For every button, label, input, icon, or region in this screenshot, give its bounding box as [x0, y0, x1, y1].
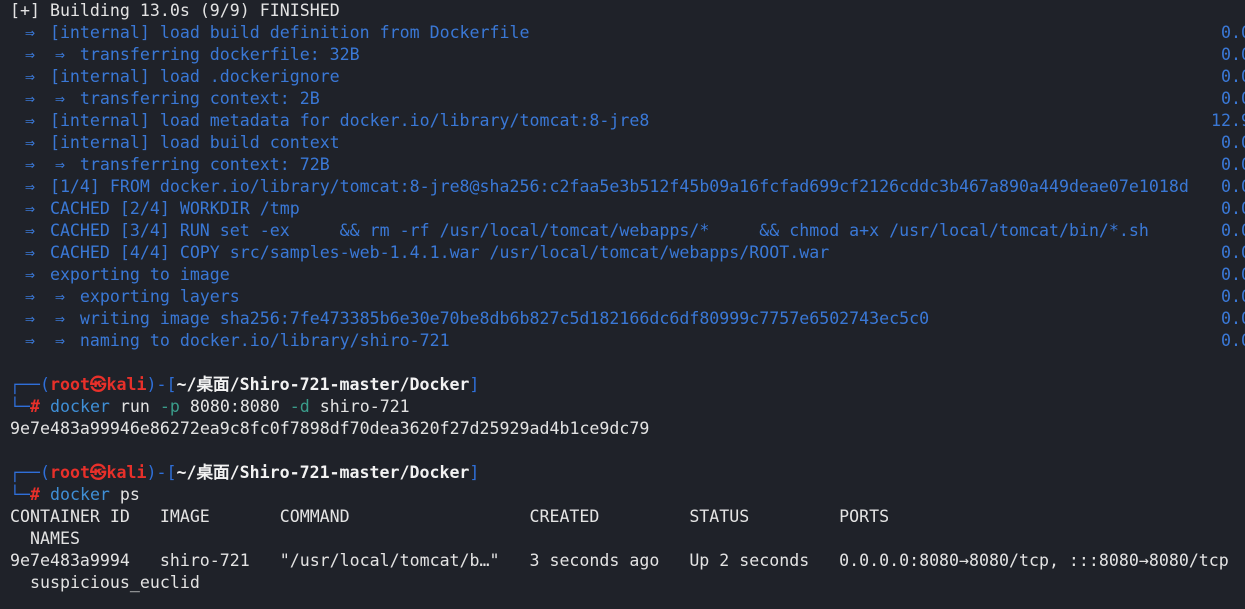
build-step: ⇒ [internal] load build context 0.0s	[10, 132, 1245, 154]
arrow-icon: ⇒	[54, 45, 65, 64]
arrow-icon: ⇒	[24, 45, 35, 64]
arrow-icon: ⇒	[24, 199, 35, 218]
build-step-text: CACHED [4/4] COPY src/samples-web-1.4.1.…	[49, 243, 830, 262]
build-step-time: 0.0s	[1221, 67, 1245, 86]
build-step-text: transferring dockerfile: 32B	[79, 45, 360, 64]
build-step-time: 0.0s	[1221, 265, 1245, 284]
build-step-time: 0.0s	[1221, 199, 1245, 218]
prompt-path: ~/桌面/Shiro-721-master/Docker	[176, 375, 470, 394]
arrow-icon: ⇒	[24, 133, 35, 152]
build-step-time: 0.0s	[1221, 89, 1245, 108]
prompt-line: ┌──(root㉿kali)-[~/桌面/Shiro-721-master/Do…	[10, 375, 480, 394]
build-step: ⇒ ⇒ writing image sha256:7fe473385b6e30e…	[10, 308, 1245, 330]
build-step-time: 0.0s	[1221, 177, 1245, 196]
arrow-icon: ⇒	[54, 155, 65, 174]
arrow-icon: ⇒	[24, 331, 35, 350]
build-steps: ⇒ [internal] load build definition from …	[10, 22, 1245, 352]
build-step-time: 0.0s	[1221, 287, 1245, 306]
prompt-user: root㉿kali	[49, 463, 147, 482]
arrow-icon: ⇒	[24, 287, 35, 306]
build-step-text: exporting layers	[79, 287, 240, 306]
command-line[interactable]: └─# docker run -p 8080:8080 -d shiro-721	[10, 396, 1245, 418]
build-step-text: exporting to image	[49, 265, 230, 284]
build-step: ⇒ exporting to image 0.0s	[10, 264, 1245, 286]
terminal-window[interactable]: [+] Building 13.0s (9/9) FINISHED ⇒ [int…	[0, 0, 1245, 609]
prompt-path: ~/桌面/Shiro-721-master/Docker	[176, 463, 470, 482]
arrow-icon: ⇒	[24, 111, 35, 130]
arrow-icon: ⇒	[54, 309, 65, 328]
build-step: ⇒ ⇒ naming to docker.io/library/shiro-72…	[10, 330, 1245, 352]
build-step: ⇒ ⇒ transferring context: 2B 0.0s	[10, 88, 1245, 110]
build-step-text: naming to docker.io/library/shiro-721	[79, 331, 450, 350]
build-step: ⇒ [1/4] FROM docker.io/library/tomcat:8-…	[10, 176, 1245, 198]
arrow-icon: ⇒	[24, 309, 35, 328]
arrow-icon: ⇒	[24, 23, 35, 42]
prompt-user: root㉿kali	[49, 375, 147, 394]
build-step-text: [internal] load build definition from Do…	[49, 23, 530, 42]
build-step-text: [1/4] FROM docker.io/library/tomcat:8-jr…	[49, 177, 1189, 196]
ps-row: 9e7e483a9994 shiro-721 "/usr/local/tomcat/…	[10, 551, 1229, 570]
prompt-line: ┌──(root㉿kali)-[~/桌面/Shiro-721-master/Do…	[10, 463, 480, 482]
build-step-time: 12.9s	[1211, 111, 1245, 130]
build-step: ⇒ [internal] load metadata for docker.io…	[10, 110, 1245, 132]
build-step-time: 0.0s	[1221, 309, 1245, 328]
arrow-icon: ⇒	[24, 243, 35, 262]
ps-header-row: CONTAINER ID IMAGE COMMAND CREATED STATUS POR…	[10, 507, 890, 526]
build-step: ⇒ [internal] load build definition from …	[10, 22, 1245, 44]
build-step-text: CACHED [2/4] WORKDIR /tmp	[49, 199, 300, 218]
arrow-icon: ⇒	[54, 287, 65, 306]
arrow-icon: ⇒	[24, 89, 35, 108]
arrow-icon: ⇒	[24, 67, 35, 86]
ps-header-names: NAMES	[29, 529, 80, 548]
build-step-text: transferring context: 2B	[79, 89, 320, 108]
build-step-time: 0.0s	[1221, 133, 1245, 152]
build-step: ⇒ CACHED [2/4] WORKDIR /tmp 0.0s	[10, 198, 1245, 220]
arrow-icon: ⇒	[24, 221, 35, 240]
arrow-icon: ⇒	[54, 89, 65, 108]
build-step-text: [internal] load .dockerignore	[49, 67, 340, 86]
command-output: 9e7e483a99946e86272ea9c8fc0f7898df70dea3…	[10, 419, 650, 438]
build-step-text: [internal] load metadata for docker.io/l…	[49, 111, 650, 130]
build-step-text: writing image sha256:7fe473385b6e30e70be…	[79, 309, 930, 328]
build-header: [+] Building 13.0s (9/9) FINISHED	[10, 1, 340, 20]
build-step: ⇒ CACHED [3/4] RUN set -ex && rm -rf /us…	[10, 220, 1245, 242]
build-step: ⇒ [internal] load .dockerignore 0.0s	[10, 66, 1245, 88]
arrow-icon: ⇒	[24, 177, 35, 196]
arrow-icon: ⇒	[24, 265, 35, 284]
build-step-time: 0.0s	[1221, 155, 1245, 174]
arrow-icon: ⇒	[24, 155, 35, 174]
build-step-time: 0.0s	[1221, 221, 1245, 240]
build-step: ⇒ ⇒ exporting layers 0.0s	[10, 286, 1245, 308]
arrow-icon: ⇒	[54, 331, 65, 350]
build-step: ⇒ ⇒ transferring dockerfile: 32B 0.0s	[10, 44, 1245, 66]
build-step: ⇒ CACHED [4/4] COPY src/samples-web-1.4.…	[10, 242, 1245, 264]
build-step-text: CACHED [3/4] RUN set -ex && rm -rf /usr/…	[49, 221, 1149, 240]
build-step: ⇒ ⇒ transferring context: 72B 0.0s	[10, 154, 1245, 176]
build-step-time: 0.0s	[1221, 243, 1245, 262]
build-step-text: [internal] load build context	[49, 133, 340, 152]
build-step-text: transferring context: 72B	[79, 155, 330, 174]
build-step-time: 0.0s	[1221, 23, 1245, 42]
command-line[interactable]: └─# docker ps	[10, 484, 1245, 506]
build-step-time: 0.0s	[1221, 331, 1245, 350]
ps-row-names: suspicious_euclid	[29, 573, 200, 592]
build-step-time: 0.0s	[1221, 45, 1245, 64]
